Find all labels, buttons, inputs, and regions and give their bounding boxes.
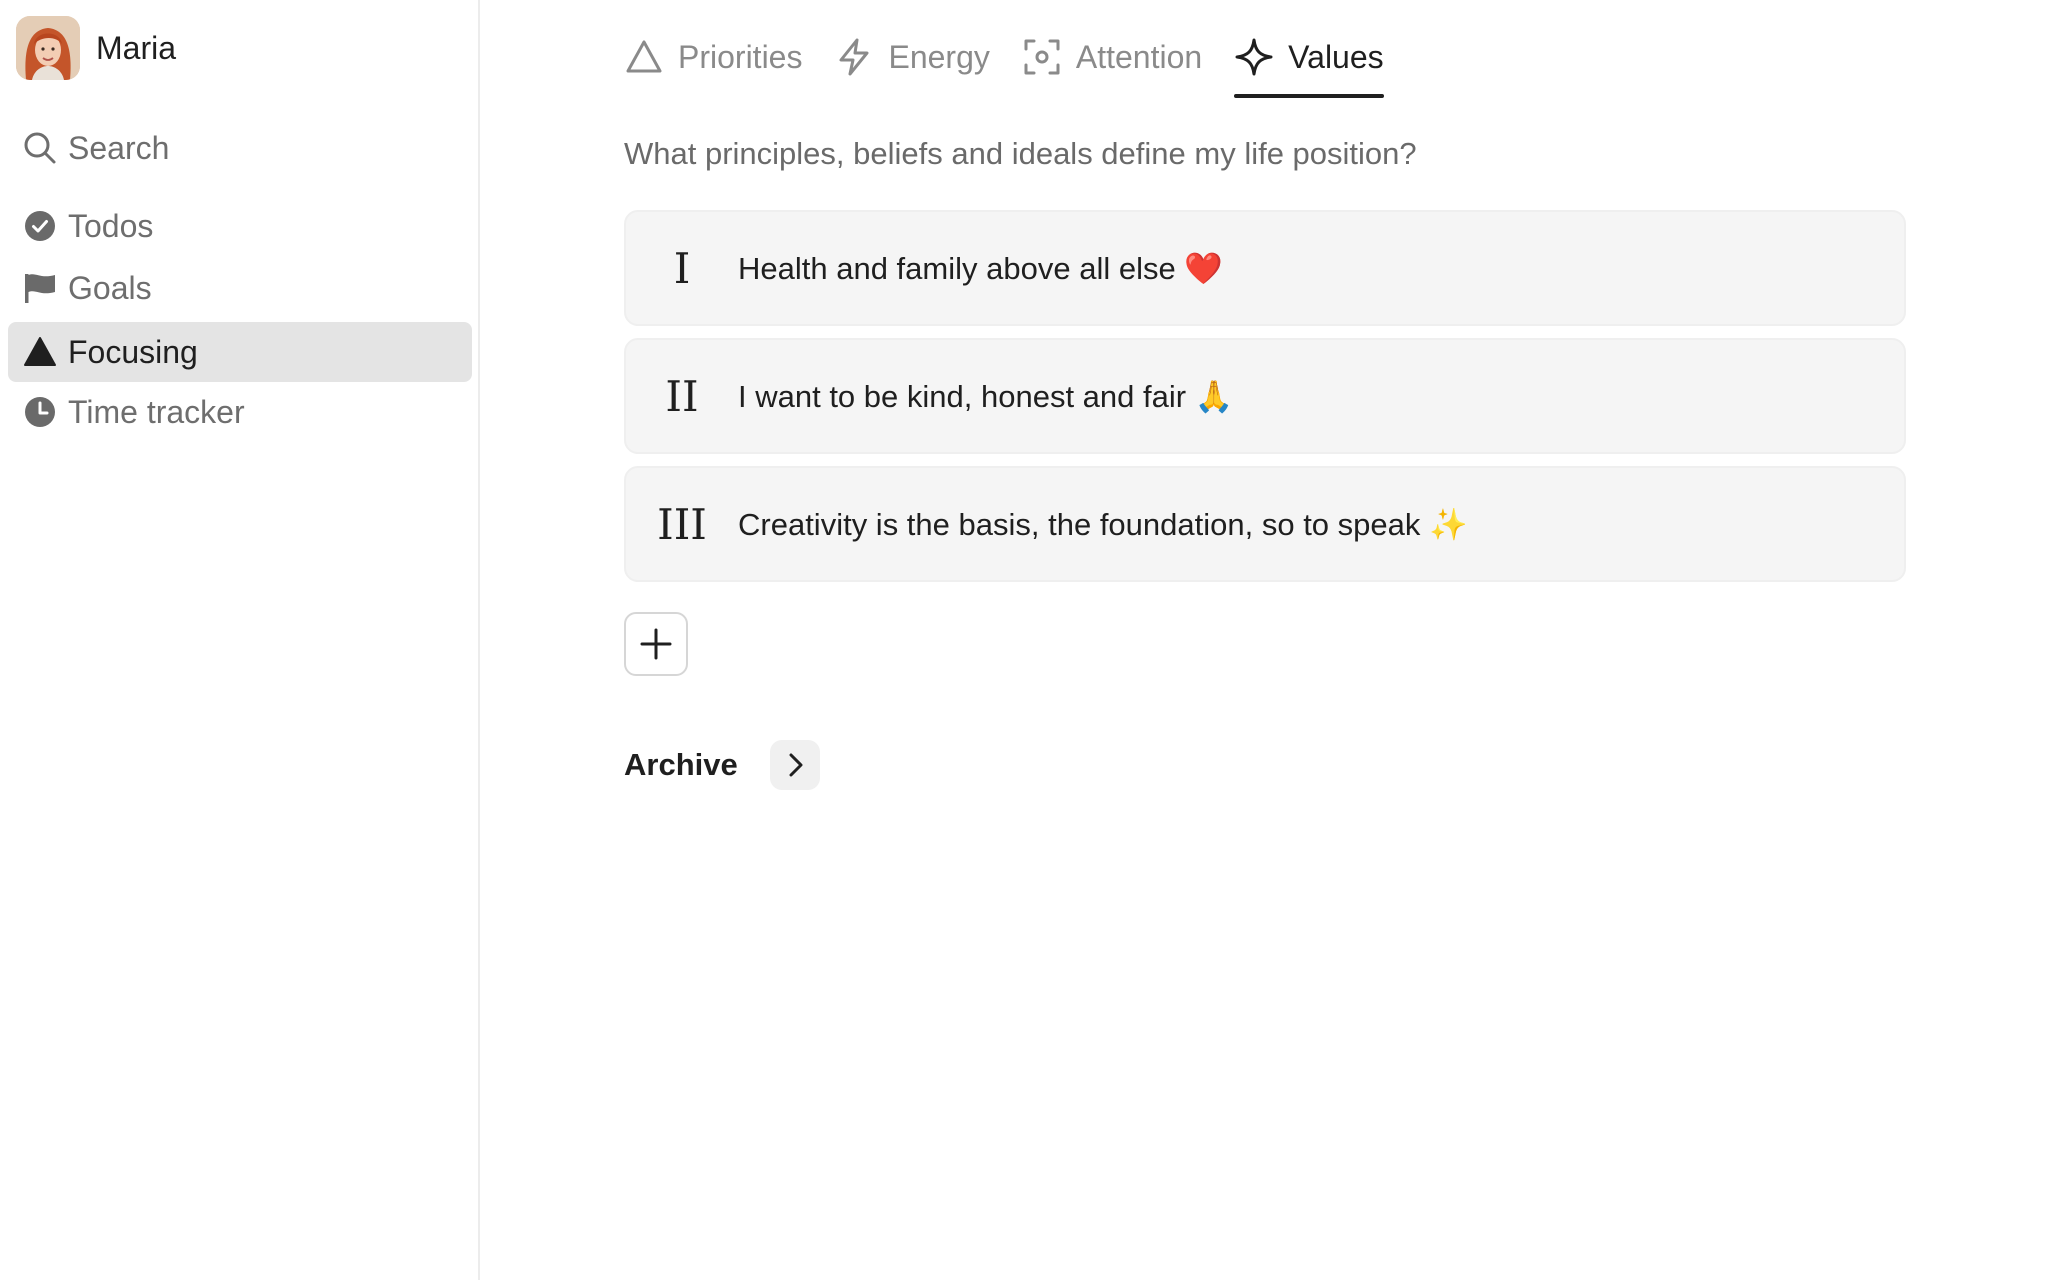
clock-icon	[22, 394, 58, 430]
sidebar-item-focusing[interactable]: Focusing	[8, 322, 472, 382]
tab-energy[interactable]: Energy	[834, 28, 990, 86]
values-question: What principles, beliefs and ideals defi…	[624, 136, 1417, 171]
plus-icon	[640, 628, 672, 660]
flag-icon	[22, 270, 58, 306]
check-circle-icon	[22, 208, 58, 244]
user-name: Maria	[96, 29, 177, 66]
triangle-outline-icon	[624, 37, 664, 77]
tab-attention[interactable]: Attention	[1022, 28, 1202, 86]
add-value-button[interactable]	[624, 612, 688, 676]
triangle-icon	[22, 334, 58, 370]
avatar	[16, 16, 80, 80]
sidebar-item-label: Goals	[68, 269, 152, 306]
archive-section: Archive	[624, 740, 820, 790]
value-text: I want to be kind, honest and fair 🙏	[738, 378, 1234, 414]
value-item[interactable]: III Creativity is the basis, the foundat…	[624, 466, 1906, 582]
archive-expand-button[interactable]	[769, 740, 820, 790]
sidebar-item-label: Time tracker	[68, 393, 245, 430]
sidebar-item-time-tracker[interactable]: Time tracker	[8, 382, 472, 442]
value-item[interactable]: II I want to be kind, honest and fair 🙏	[624, 338, 1906, 454]
sidebar-item-goals[interactable]: Goals	[8, 258, 472, 318]
values-list: I Health and family above all else ❤️ II…	[624, 210, 1906, 594]
tab-label: Attention	[1075, 38, 1203, 75]
sidebar-item-label: Search	[68, 129, 170, 166]
tab-values[interactable]: Values	[1234, 28, 1385, 98]
sidebar-item-todos[interactable]: Todos	[8, 196, 472, 256]
chevron-right-icon	[789, 753, 803, 777]
value-numeral: II	[665, 371, 699, 421]
sidebar-item-label: Focusing	[68, 333, 198, 370]
search-icon	[22, 130, 58, 166]
value-item[interactable]: I Health and family above all else ❤️	[624, 210, 1906, 326]
sparkle-icon	[1234, 37, 1274, 77]
sidebar: Maria Search Todos Goals Focusing Time t…	[0, 0, 480, 1280]
archive-title: Archive	[624, 747, 738, 782]
sidebar-item-search[interactable]: Search	[8, 118, 472, 178]
tab-label: Energy	[888, 38, 990, 75]
sidebar-item-label: Todos	[68, 207, 154, 244]
value-numeral: III	[657, 499, 707, 549]
user-profile[interactable]: Maria	[16, 16, 176, 80]
app-root: Maria Search Todos Goals Focusing Time t…	[0, 0, 2048, 1280]
focus-target-icon	[1022, 37, 1062, 77]
tab-label: Priorities	[678, 38, 803, 75]
lightning-icon	[834, 37, 874, 77]
value-numeral: I	[673, 243, 691, 293]
tab-priorities[interactable]: Priorities	[624, 28, 802, 86]
value-text: Health and family above all else ❤️	[738, 250, 1223, 286]
tab-label: Values	[1288, 38, 1384, 75]
focusing-tabs: Priorities Energy Attention Values	[624, 28, 1416, 100]
value-text: Creativity is the basis, the foundation,…	[738, 506, 1468, 542]
